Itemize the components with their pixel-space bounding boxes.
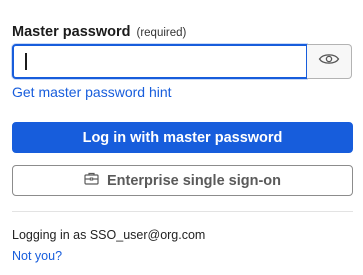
password-label: Master password (required) — [12, 24, 186, 40]
required-note: (required) — [136, 27, 187, 39]
get-password-hint-link[interactable]: Get master password hint — [12, 84, 172, 100]
password-field-group — [12, 44, 352, 79]
eye-icon — [318, 52, 340, 71]
logging-in-as-text: Logging in as SSO_user@org.com — [12, 228, 206, 242]
text-caret — [25, 53, 27, 70]
not-you-link[interactable]: Not you? — [12, 249, 62, 263]
login-master-password-label: Log in with master password — [82, 129, 283, 146]
enterprise-sso-label: Enterprise single sign-on — [106, 172, 282, 189]
enterprise-sso-button[interactable]: Enterprise single sign-on — [12, 165, 353, 196]
password-label-text: Master password — [12, 24, 131, 40]
login-form: Master password (required) Get master pa… — [0, 0, 363, 275]
toggle-password-visibility-button[interactable] — [307, 44, 352, 79]
briefcase-icon — [84, 172, 99, 189]
master-password-input[interactable] — [12, 44, 307, 79]
login-master-password-button[interactable]: Log in with master password — [12, 122, 353, 153]
divider — [12, 211, 353, 212]
